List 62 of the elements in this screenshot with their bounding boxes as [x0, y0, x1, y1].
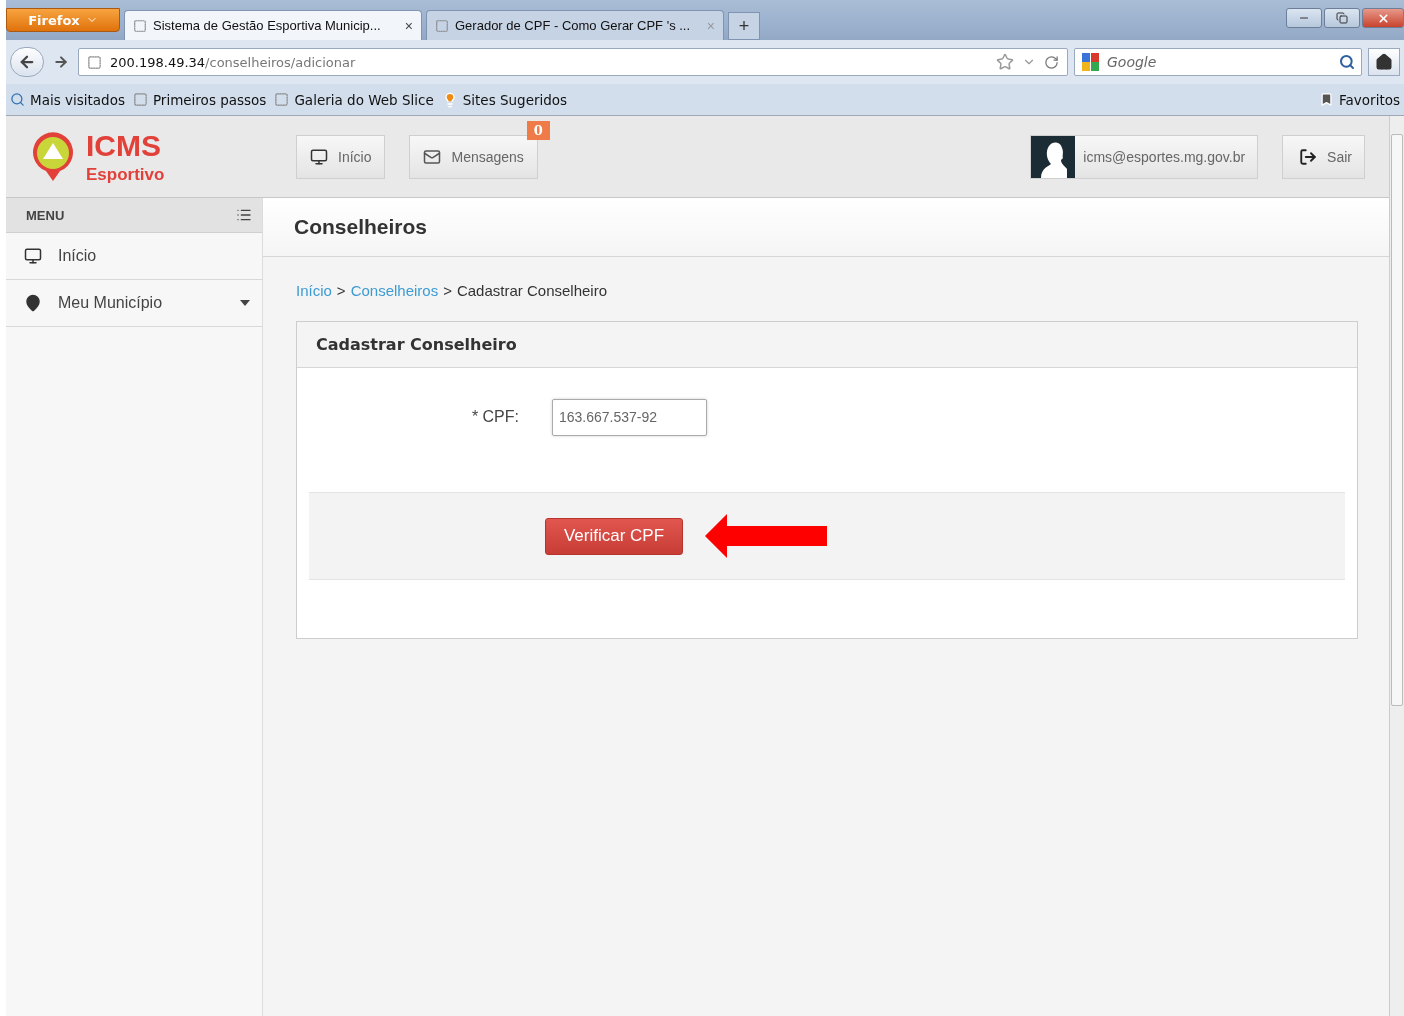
breadcrumb-current: Cadastrar Conselheiro [456, 282, 607, 299]
reload-icon[interactable] [1044, 54, 1059, 70]
sidebar-item[interactable]: Início [6, 233, 262, 280]
tab-close-button[interactable]: × [404, 17, 413, 34]
breadcrumb-separator: > [336, 282, 346, 299]
breadcrumb-separator: > [443, 282, 452, 299]
logo-subtitle: Esportivo [86, 164, 165, 185]
minimize-button[interactable] [1286, 8, 1322, 28]
page-icon [87, 54, 102, 70]
favorites-link[interactable]: Favoritos [1319, 91, 1400, 108]
search-engine-icon[interactable] [1081, 52, 1101, 72]
browser-tab[interactable]: Sistema de Gestão Esportiva Municip... × [124, 10, 422, 40]
tab-title: Sistema de Gestão Esportiva Municip... [153, 18, 382, 33]
verify-button[interactable]: Verificar CPF [545, 517, 683, 555]
nav-button[interactable]: Mensagens [409, 134, 538, 179]
logo-title: ICMS [86, 128, 162, 163]
search-icon[interactable] [1339, 54, 1355, 70]
bookmark-link[interactable]: Mais visitados [10, 91, 125, 108]
page-icon [435, 18, 449, 33]
field-label: * CPF: [470, 408, 519, 426]
back-button[interactable] [10, 47, 44, 77]
user-button[interactable]: icms@esportes.mg.gov.br [1030, 134, 1259, 179]
left-arrow-icon [705, 514, 827, 558]
envelope-icon [423, 147, 442, 166]
scrollbar[interactable] [1389, 116, 1404, 1016]
logout-icon [1299, 147, 1318, 166]
logo-icon [30, 130, 76, 183]
avatar-silhouette-icon [1031, 135, 1076, 178]
monitor-icon [24, 247, 42, 265]
menu-title: MENU [26, 207, 65, 223]
forward-arrow-icon [53, 54, 69, 70]
page-icon [133, 18, 147, 33]
bookmark-link[interactable]: Sites Sugeridos [441, 91, 568, 108]
restore-icon [1336, 12, 1348, 24]
tab-title: Gerador de CPF - Como Gerar CPF 's ... [455, 18, 692, 33]
address-bar[interactable]: 200.198.49.34/conselheiros/adicionar [78, 48, 1068, 76]
cpf-input-field[interactable]: 163.667.537-92 [552, 398, 707, 436]
page-icon [132, 92, 148, 107]
browser-tab[interactable]: Gerador de CPF - Como Gerar CPF 's ... × [426, 10, 724, 40]
search-input[interactable]: Google [1105, 53, 1335, 71]
star-icon[interactable] [996, 53, 1014, 71]
sidebar-item[interactable]: Meu Município [6, 280, 262, 327]
restore-button[interactable] [1324, 8, 1360, 28]
home-button[interactable] [1368, 48, 1400, 76]
close-button[interactable] [1362, 8, 1404, 28]
map-pin-icon [24, 294, 42, 312]
panel-title: Cadastrar Conselheiro [316, 335, 517, 354]
monitor-icon [310, 147, 328, 166]
close-icon [1376, 11, 1390, 25]
home-icon [1375, 53, 1393, 71]
page-icon [274, 92, 290, 107]
bookmark-link[interactable]: Galeria do Web Slice [274, 91, 434, 108]
logout-button[interactable]: Sair [1282, 134, 1365, 179]
list-icon[interactable] [236, 207, 252, 223]
search-icon [10, 92, 25, 107]
count-badge: 0 [526, 120, 550, 140]
new-tab-button[interactable]: + [728, 12, 760, 40]
bookmark-link[interactable]: Primeiros passos [132, 91, 267, 108]
nav-button[interactable]: Início [296, 134, 386, 179]
search-field[interactable]: Google [1074, 48, 1362, 76]
page-title: Conselheiros [294, 215, 428, 239]
bookmark-icon [1319, 92, 1335, 107]
